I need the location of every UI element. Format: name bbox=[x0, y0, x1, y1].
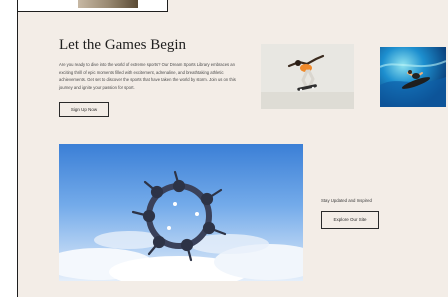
skateboarder-illustration bbox=[261, 44, 354, 109]
thumbnail-image bbox=[78, 0, 138, 8]
left-margin-strip bbox=[0, 0, 18, 297]
thumbnail-window bbox=[18, 0, 168, 12]
stay-updated-label: Stay Updated and Inspired bbox=[321, 198, 372, 203]
hero-description: Are you ready to dive into the world of … bbox=[59, 62, 236, 90]
skydivers-image bbox=[59, 144, 303, 281]
hero-title: Let the Games Begin bbox=[59, 37, 187, 53]
skateboarder-image bbox=[261, 44, 354, 109]
page-canvas: Let the Games Begin Are you ready to div… bbox=[18, 0, 448, 297]
sign-up-button[interactable]: Sign Up Now bbox=[59, 102, 109, 117]
surfer-illustration bbox=[380, 47, 446, 107]
explore-site-button[interactable]: Explore Our Site bbox=[321, 211, 379, 229]
skydivers-illustration bbox=[59, 144, 303, 281]
surfer-image bbox=[380, 47, 446, 107]
